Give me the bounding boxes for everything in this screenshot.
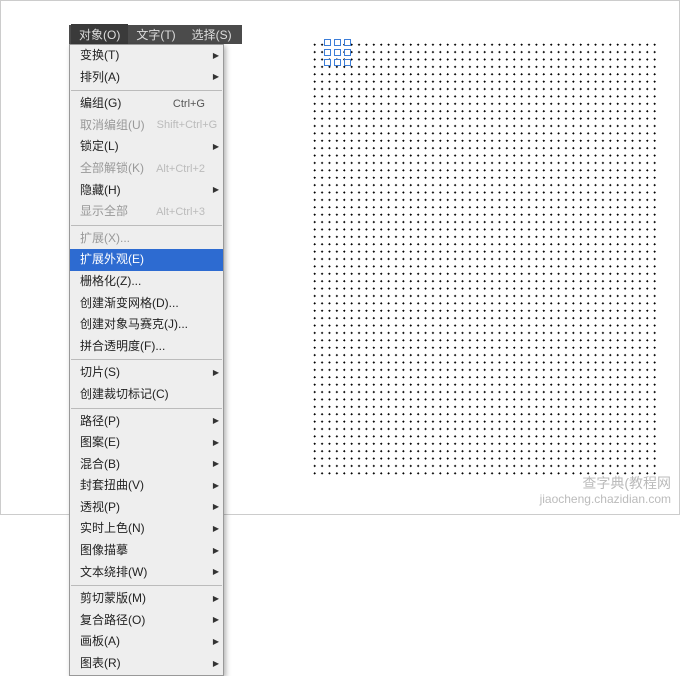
menu-object[interactable]: 对象(O): [71, 24, 128, 45]
separator: [71, 359, 222, 360]
menu-live-paint[interactable]: 实时上色(N): [70, 518, 223, 540]
menu-image-trace[interactable]: 图像描摹: [70, 540, 223, 562]
separator: [71, 90, 222, 91]
menu-group[interactable]: 编组(G)Ctrl+G: [70, 93, 223, 115]
separator: [71, 585, 222, 586]
menu-text[interactable]: 文字(T): [128, 24, 183, 45]
menu-crop-marks[interactable]: 创建裁切标记(C): [70, 384, 223, 406]
menu-artboards[interactable]: 画板(A): [70, 631, 223, 653]
separator: [71, 225, 222, 226]
menu-text-wrap[interactable]: 文本绕排(W): [70, 562, 223, 584]
menu-expand: 扩展(X)...: [70, 228, 223, 250]
separator: [71, 408, 222, 409]
menu-unlock-all: 全部解锁(K)Alt+Ctrl+2: [70, 158, 223, 180]
menu-rasterize[interactable]: 栅格化(Z)...: [70, 271, 223, 293]
object-menu-dropdown: 变换(T) 排列(A) 编组(G)Ctrl+G 取消编组(U)Shift+Ctr…: [69, 44, 224, 676]
menu-show-all: 显示全部Alt+Ctrl+3: [70, 201, 223, 223]
menu-flatten-transparency[interactable]: 拼合透明度(F)...: [70, 336, 223, 358]
menu-expand-appearance[interactable]: 扩展外观(E): [70, 249, 223, 271]
artwork-pattern: [311, 41, 656, 476]
menu-ungroup: 取消编组(U)Shift+Ctrl+G: [70, 115, 223, 137]
menu-compound-path[interactable]: 复合路径(O): [70, 610, 223, 632]
watermark: 查字典(教程网 jiaocheng.chazidian.com: [540, 474, 671, 508]
watermark-title: 查字典(教程网: [540, 474, 671, 492]
menu-select[interactable]: 选择(S): [184, 24, 240, 45]
menu-transform[interactable]: 变换(T): [70, 45, 223, 67]
menu-hide[interactable]: 隐藏(H): [70, 180, 223, 202]
menu-envelope[interactable]: 封套扭曲(V): [70, 475, 223, 497]
watermark-url: jiaocheng.chazidian.com: [540, 492, 671, 508]
menu-clipping-mask[interactable]: 剪切蒙版(M): [70, 588, 223, 610]
menu-object-mosaic[interactable]: 创建对象马赛克(J)...: [70, 314, 223, 336]
menu-path[interactable]: 路径(P): [70, 411, 223, 433]
menu-arrange[interactable]: 排列(A): [70, 67, 223, 89]
menu-pattern[interactable]: 图案(E): [70, 432, 223, 454]
menu-perspective[interactable]: 透视(P): [70, 497, 223, 519]
menu-blend[interactable]: 混合(B): [70, 454, 223, 476]
menu-lock[interactable]: 锁定(L): [70, 136, 223, 158]
menu-gradient-mesh[interactable]: 创建渐变网格(D)...: [70, 293, 223, 315]
menubar: 对象(O) 文字(T) 选择(S): [69, 25, 242, 44]
menu-slice[interactable]: 切片(S): [70, 362, 223, 384]
menu-graph[interactable]: 图表(R): [70, 653, 223, 675]
